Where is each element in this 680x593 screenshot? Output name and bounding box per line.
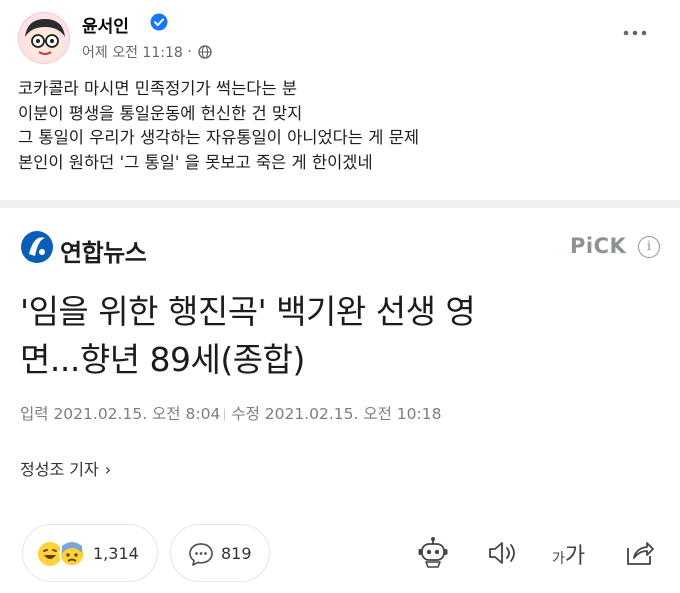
- post-line: 본인이 원하던 '그 통일' 을 못보고 죽은 게 한이겠네: [18, 152, 373, 172]
- font-size-button[interactable]: 가가: [552, 538, 585, 570]
- reaction-count: 1,314: [93, 544, 139, 563]
- post-body: 코카콜라 마시면 민족정기가 썩는다는 분 이분이 평생을 통일운동에 헌신한 …: [18, 77, 658, 175]
- share-icon[interactable]: [622, 536, 656, 570]
- reporter-link[interactable]: 정성조 기자 ›: [20, 456, 111, 480]
- robot-summary-icon[interactable]: [416, 536, 450, 570]
- section-divider: [0, 200, 680, 208]
- info-icon[interactable]: i: [638, 236, 660, 258]
- cartoon-face-icon: [19, 13, 69, 63]
- facebook-post: 윤서인 어제 오전 11:18 · 코카콜라 마시면 민족정기가 썩는다는 분 …: [0, 0, 680, 200]
- reactions-button[interactable]: 1,314: [22, 524, 158, 582]
- post-meta: 어제 오전 11:18 ·: [82, 42, 212, 62]
- reporter-name: 정성조 기자: [20, 460, 99, 479]
- speaker-icon[interactable]: [486, 536, 520, 570]
- post-line: 이분이 평생을 통일운동에 헌신한 건 맞지: [18, 103, 303, 123]
- comments-button[interactable]: 819: [170, 524, 270, 582]
- verified-badge-icon: [150, 13, 168, 31]
- post-line: 코카콜라 마시면 민족정기가 썩는다는 분: [18, 79, 298, 98]
- author-avatar[interactable]: [18, 12, 70, 64]
- news-source-name[interactable]: 연합뉴스: [60, 233, 147, 268]
- globe-icon: [198, 45, 212, 59]
- author-name[interactable]: 윤서인: [82, 12, 129, 37]
- news-card[interactable]: 연합뉴스 PiCK i '임을 위한 행진곡' 백기완 선생 영 면...향년 …: [0, 208, 680, 593]
- comment-count: 819: [221, 544, 252, 563]
- comment-bubble-icon: [189, 543, 213, 566]
- font-small-label: 가: [552, 551, 565, 567]
- headline-line: '임을 위한 행진곡' 백기완 선생 영: [20, 292, 476, 331]
- more-dots-icon[interactable]: [622, 26, 648, 40]
- article-dates: 입력 2021.02.15. 오전 8:04 수정 2021.02.15. 오전 …: [20, 402, 441, 424]
- post-line: 그 통일이 우리가 생각하는 자유통일이 아니었다는 게 문제: [18, 128, 420, 147]
- post-timestamp[interactable]: 어제 오전 11:18: [82, 42, 183, 62]
- date-divider: [224, 408, 226, 421]
- font-big-label: 가: [564, 544, 586, 569]
- yonhap-logo-icon: [21, 231, 53, 263]
- pick-badge: PiCK: [570, 234, 627, 258]
- modified-date: 수정 2021.02.15. 오전 10:18: [231, 405, 442, 423]
- headline-line: 면...향년 89세(종합): [20, 340, 305, 379]
- sad-emoji-icon: [59, 541, 85, 567]
- article-headline[interactable]: '임을 위한 행진곡' 백기완 선생 영 면...향년 89세(종합): [20, 288, 660, 384]
- chevron-right-icon: ›: [104, 460, 112, 479]
- published-date: 입력 2021.02.15. 오전 8:04: [20, 405, 221, 423]
